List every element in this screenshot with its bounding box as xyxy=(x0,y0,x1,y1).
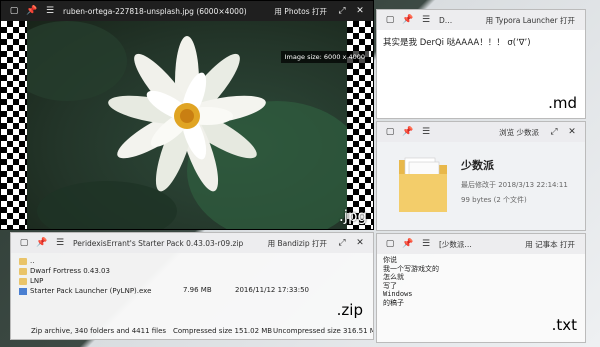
window-icon[interactable]: ▢ xyxy=(381,234,399,254)
zip-compressed-size: Compressed size 151.02 MB xyxy=(173,327,273,335)
menu-icon[interactable]: ☰ xyxy=(51,233,69,253)
md-extension-label: .md xyxy=(548,94,577,112)
md-titlebar: ▢ 📌 ☰ D… 用 Typora Launcher 打开 xyxy=(377,10,585,30)
folder-icon xyxy=(19,267,27,275)
txt-titlebar: ▢ 📌 ☰ [少数派… 用 记事本 打开 xyxy=(377,234,585,254)
txt-content: 你说 我一个写游戏文的 怎么就 写了 Windows 的稿子 xyxy=(383,256,439,307)
open-with-bandizip-button[interactable]: 用 Bandizip 打开 xyxy=(262,238,333,249)
txt-line: 我一个写游戏文的 xyxy=(383,264,439,273)
pin-icon[interactable]: 📌 xyxy=(399,10,417,30)
folder-modified: 最后修改于 2018/3/13 22:14:11 xyxy=(461,181,568,189)
txt-line: 写了 xyxy=(383,281,397,290)
list-item[interactable]: LNP xyxy=(19,276,249,286)
pin-icon[interactable]: 📌 xyxy=(33,233,51,253)
menu-icon[interactable]: ☰ xyxy=(417,10,435,30)
folder-icon xyxy=(19,257,27,265)
window-icon[interactable]: ▢ xyxy=(381,10,399,30)
zip-entry-name: Dwarf Fortress 0.43.03 xyxy=(30,267,110,275)
open-with-typora-button[interactable]: 用 Typora Launcher 打开 xyxy=(480,15,581,26)
window-icon[interactable]: ▢ xyxy=(5,1,23,21)
image-size-label: Image size: 6000 x 4000 xyxy=(280,51,369,63)
txt-line: 你说 xyxy=(383,256,397,264)
zip-preview-window: ▢ 📌 ☰ PeridexisErrant's Starter Pack 0.4… xyxy=(10,232,374,340)
folder-size: 99 bytes (2 个文件) xyxy=(461,196,527,204)
list-item[interactable]: .. xyxy=(19,256,249,266)
zip-footer: Zip archive, 340 folders and 4411 files … xyxy=(11,325,373,339)
menu-icon[interactable]: ☰ xyxy=(417,122,435,142)
folder-titlebar: ▢ 📌 ☰ 浏览 少数派 ⤢ ✕ xyxy=(377,122,585,142)
zip-extension-label: .zip xyxy=(336,301,363,319)
window-icon[interactable]: ▢ xyxy=(381,122,399,142)
list-item[interactable]: Dwarf Fortress 0.43.03 xyxy=(19,266,249,276)
zip-titlebar: ▢ 📌 ☰ PeridexisErrant's Starter Pack 0.4… xyxy=(11,233,373,253)
zip-entry-size: 7.96 MB xyxy=(183,286,212,294)
zip-entry-name: Starter Pack Launcher (PyLNP).exe xyxy=(30,287,152,295)
folder-name: 少数派 xyxy=(461,159,494,172)
md-title: D… xyxy=(439,15,453,25)
zip-entry-name: .. xyxy=(30,257,35,265)
pin-icon[interactable]: 📌 xyxy=(399,122,417,142)
menu-icon[interactable]: ☰ xyxy=(417,234,435,254)
fullscreen-icon[interactable]: ⤢ xyxy=(333,233,351,253)
zip-title: PeridexisErrant's Starter Pack 0.43.03-r… xyxy=(73,238,244,248)
window-icon[interactable]: ▢ xyxy=(15,233,33,253)
close-icon[interactable]: ✕ xyxy=(563,122,581,142)
menu-icon[interactable]: ☰ xyxy=(41,1,59,21)
close-icon[interactable]: ✕ xyxy=(351,233,369,253)
list-item[interactable]: Starter Pack Launcher (PyLNP).exe xyxy=(19,286,249,296)
folder-icon xyxy=(19,277,27,285)
jpg-extension-label: .jpg xyxy=(339,207,367,225)
md-content: 其实是我 DerQi 哒AAAA！！！ σ(‘∇’) xyxy=(383,38,531,48)
photo-title: ruben-ortega-227818-unsplash.jpg (6000×4… xyxy=(63,6,247,16)
exe-file-icon xyxy=(19,287,27,295)
zip-file-list: .. Dwarf Fortress 0.43.03 LNP Starter Pa… xyxy=(19,256,249,296)
photo-preview-window: ▢ 📌 ☰ ruben-ortega-227818-unsplash.jpg (… xyxy=(0,0,374,230)
transparency-checker-left xyxy=(1,21,27,229)
fullscreen-icon[interactable]: ⤢ xyxy=(545,122,563,142)
photo-area: Image size: 6000 x 4000 .jpg xyxy=(1,21,373,229)
zip-uncompressed-size: Uncompressed size 316.51 MB xyxy=(273,327,374,335)
pin-icon[interactable]: 📌 xyxy=(399,234,417,254)
txt-extension-label: .txt xyxy=(551,316,577,334)
zip-summary: Zip archive, 340 folders and 4411 files xyxy=(31,327,167,335)
open-with-notepad-button[interactable]: 用 记事本 打开 xyxy=(519,239,581,250)
txt-preview-window: ▢ 📌 ☰ [少数派… 用 记事本 打开 你说 我一个写游戏文的 怎么就 写了 … xyxy=(376,233,586,343)
close-icon[interactable]: ✕ xyxy=(351,1,369,21)
folder-icon: M↓ xyxy=(399,157,447,212)
open-with-photos-button[interactable]: 用 Photos 打开 xyxy=(268,6,333,17)
txt-title: [少数派… xyxy=(439,239,472,249)
photo-titlebar: ▢ 📌 ☰ ruben-ortega-227818-unsplash.jpg (… xyxy=(1,1,373,21)
zip-entry-name: LNP xyxy=(30,277,44,285)
fullscreen-icon[interactable]: ⤢ xyxy=(333,1,351,21)
browse-folder-button[interactable]: 浏览 少数派 xyxy=(493,127,545,138)
folder-preview-window: ▢ 📌 ☰ 浏览 少数派 ⤢ ✕ M↓ 少数派 最后修改于 2018/3/13 … xyxy=(376,121,586,231)
txt-line: 怎么就 xyxy=(383,273,404,281)
zip-entry-date: 2016/11/12 17:33:50 xyxy=(235,286,310,294)
pin-icon[interactable]: 📌 xyxy=(23,1,41,21)
txt-line: Windows xyxy=(383,290,413,298)
txt-line: 的稿子 xyxy=(383,298,404,307)
md-preview-window: ▢ 📌 ☰ D… 用 Typora Launcher 打开 其实是我 DerQi… xyxy=(376,9,586,119)
